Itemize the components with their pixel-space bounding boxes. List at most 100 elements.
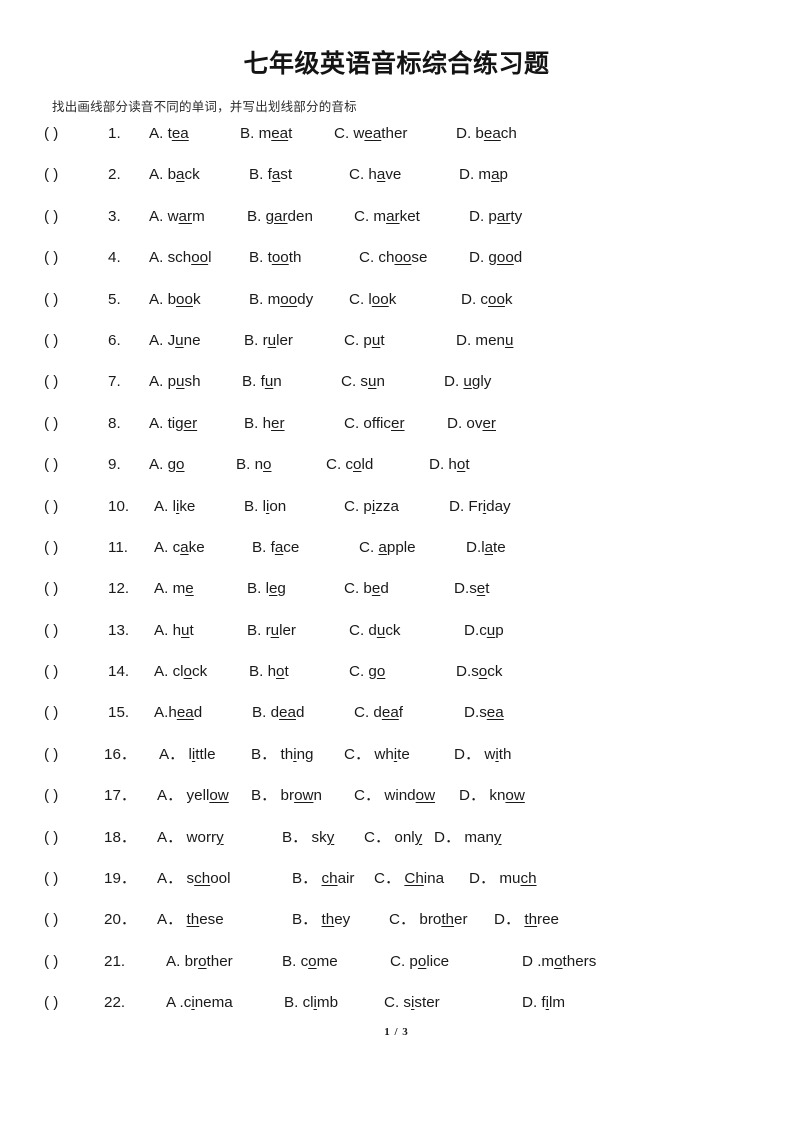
question-option[interactable]: C. weather: [334, 124, 407, 144]
question-option[interactable]: D. film: [522, 993, 565, 1013]
question-option[interactable]: C. deaf: [354, 703, 403, 723]
question-option[interactable]: C． only: [364, 828, 422, 848]
question-option[interactable]: A. brother: [166, 952, 233, 972]
question-option[interactable]: C. apple: [359, 538, 416, 558]
question-option[interactable]: C. cold: [326, 455, 373, 475]
question-option[interactable]: B． sky: [282, 828, 334, 848]
question-option[interactable]: C. sister: [384, 993, 440, 1013]
question-option[interactable]: B． chair: [292, 869, 354, 889]
question-option[interactable]: C． brother: [389, 910, 468, 930]
answer-bracket[interactable]: ( ): [44, 455, 58, 475]
answer-bracket[interactable]: ( ): [44, 579, 58, 599]
question-option[interactable]: B. fast: [249, 165, 292, 185]
question-option[interactable]: C. choose: [359, 248, 427, 268]
question-option[interactable]: C. put: [344, 331, 385, 351]
question-option[interactable]: B. face: [252, 538, 299, 558]
question-option[interactable]: A .cinema: [166, 993, 233, 1013]
question-option[interactable]: D. menu: [456, 331, 513, 351]
question-option[interactable]: C. officer: [344, 414, 405, 434]
question-option[interactable]: A． worry: [157, 828, 224, 848]
question-option[interactable]: D.cup: [464, 621, 504, 641]
question-option[interactable]: B． brown: [251, 786, 322, 806]
question-option[interactable]: D. ugly: [444, 372, 491, 392]
question-option[interactable]: D.sea: [464, 703, 504, 723]
answer-bracket[interactable]: ( ): [44, 910, 58, 930]
question-option[interactable]: C. police: [390, 952, 449, 972]
answer-bracket[interactable]: ( ): [44, 414, 58, 434]
question-option[interactable]: A. cake: [154, 538, 205, 558]
question-option[interactable]: B. dead: [252, 703, 304, 723]
question-option[interactable]: B. come: [282, 952, 338, 972]
question-option[interactable]: B. leg: [247, 579, 286, 599]
answer-bracket[interactable]: ( ): [44, 248, 58, 268]
answer-bracket[interactable]: ( ): [44, 331, 58, 351]
question-option[interactable]: B. hot: [249, 662, 289, 682]
question-option[interactable]: B. climb: [284, 993, 338, 1013]
question-option[interactable]: A.head: [154, 703, 202, 723]
question-option[interactable]: D． know: [459, 786, 525, 806]
question-option[interactable]: C． China: [374, 869, 444, 889]
answer-bracket[interactable]: ( ): [44, 497, 58, 517]
question-option[interactable]: B. ruler: [244, 331, 293, 351]
question-option[interactable]: A. school: [149, 248, 212, 268]
question-option[interactable]: B. fun: [242, 372, 282, 392]
answer-bracket[interactable]: ( ): [44, 662, 58, 682]
question-option[interactable]: B. moody: [249, 290, 313, 310]
question-option[interactable]: A. June: [149, 331, 201, 351]
question-option[interactable]: C. sun: [341, 372, 385, 392]
question-option[interactable]: C． window: [354, 786, 435, 806]
answer-bracket[interactable]: ( ): [44, 869, 58, 889]
question-option[interactable]: A． little: [159, 745, 216, 765]
answer-bracket[interactable]: ( ): [44, 538, 58, 558]
question-option[interactable]: A. go: [149, 455, 184, 475]
question-option[interactable]: A． these: [157, 910, 224, 930]
question-option[interactable]: D.sock: [456, 662, 502, 682]
question-option[interactable]: D. map: [459, 165, 508, 185]
question-option[interactable]: B. her: [244, 414, 285, 434]
answer-bracket[interactable]: ( ): [44, 952, 58, 972]
question-option[interactable]: D. hot: [429, 455, 470, 475]
question-option[interactable]: D． much: [469, 869, 537, 889]
answer-bracket[interactable]: ( ): [44, 786, 58, 806]
question-option[interactable]: A. hut: [154, 621, 194, 641]
question-option[interactable]: D． three: [494, 910, 559, 930]
question-option[interactable]: A. book: [149, 290, 201, 310]
question-option[interactable]: B. garden: [247, 207, 313, 227]
question-option[interactable]: B. meat: [240, 124, 292, 144]
question-option[interactable]: C. look: [349, 290, 396, 310]
question-option[interactable]: A. tiger: [149, 414, 197, 434]
question-option[interactable]: D. Friday: [449, 497, 511, 517]
question-option[interactable]: B． thing: [251, 745, 314, 765]
question-option[interactable]: D.set: [454, 579, 489, 599]
question-option[interactable]: B. ruler: [247, 621, 296, 641]
question-option[interactable]: A. clock: [154, 662, 207, 682]
question-option[interactable]: A. tea: [149, 124, 189, 144]
question-option[interactable]: C. have: [349, 165, 401, 185]
question-option[interactable]: D. beach: [456, 124, 517, 144]
question-option[interactable]: A. like: [154, 497, 195, 517]
question-option[interactable]: D. good: [469, 248, 522, 268]
question-option[interactable]: D. over: [447, 414, 496, 434]
question-option[interactable]: A． school: [157, 869, 230, 889]
question-option[interactable]: D． many: [434, 828, 502, 848]
question-option[interactable]: A. back: [149, 165, 200, 185]
question-option[interactable]: D． with: [454, 745, 511, 765]
question-option[interactable]: A. me: [154, 579, 194, 599]
question-option[interactable]: A． yellow: [157, 786, 229, 806]
question-option[interactable]: A. push: [149, 372, 201, 392]
answer-bracket[interactable]: ( ): [44, 745, 58, 765]
answer-bracket[interactable]: ( ): [44, 124, 58, 144]
answer-bracket[interactable]: ( ): [44, 828, 58, 848]
question-option[interactable]: B. lion: [244, 497, 286, 517]
question-option[interactable]: D. cook: [461, 290, 513, 310]
question-option[interactable]: B. no: [236, 455, 271, 475]
answer-bracket[interactable]: ( ): [44, 372, 58, 392]
answer-bracket[interactable]: ( ): [44, 290, 58, 310]
question-option[interactable]: C． white: [344, 745, 410, 765]
question-option[interactable]: D.late: [466, 538, 506, 558]
answer-bracket[interactable]: ( ): [44, 207, 58, 227]
answer-bracket[interactable]: ( ): [44, 165, 58, 185]
question-option[interactable]: C. go: [349, 662, 385, 682]
question-option[interactable]: D .mothers: [522, 952, 596, 972]
answer-bracket[interactable]: ( ): [44, 993, 58, 1013]
